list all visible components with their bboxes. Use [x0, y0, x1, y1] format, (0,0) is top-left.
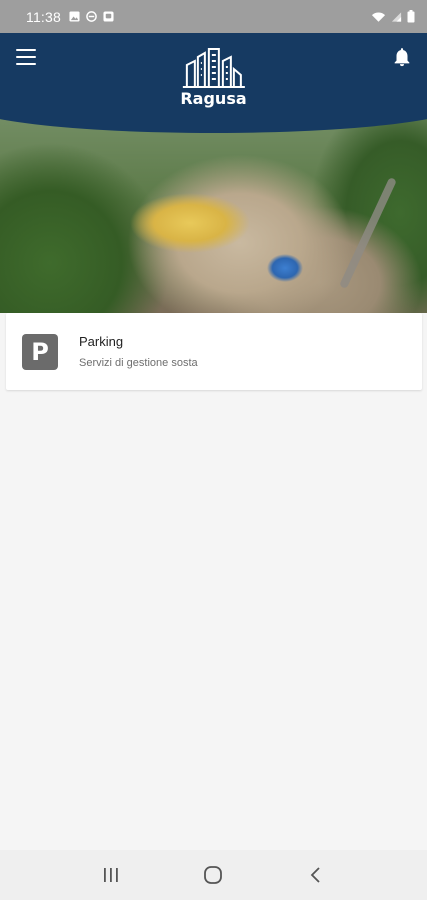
app-logo: Ragusa: [180, 47, 247, 108]
image-icon: [69, 11, 80, 22]
hamburger-menu-icon[interactable]: [14, 47, 38, 67]
status-notification-icons: [69, 11, 114, 22]
status-system-icons: [371, 10, 415, 23]
status-bar: 11:38: [0, 0, 427, 33]
back-button[interactable]: [296, 855, 336, 895]
minus-circle-icon: [86, 11, 97, 22]
home-icon: [204, 866, 223, 884]
city-buildings-icon: [182, 48, 245, 88]
wifi-icon: [371, 11, 386, 22]
recent-apps-icon: [104, 868, 118, 882]
parking-icon: P: [22, 333, 58, 370]
home-button[interactable]: [193, 855, 233, 895]
status-time: 11:38: [26, 8, 61, 25]
service-card-text: Parking Servizi di gestione sosta: [79, 334, 198, 369]
system-nav-bar: [0, 850, 427, 900]
service-card-parking[interactable]: P Parking Servizi di gestione sosta: [6, 313, 422, 390]
hero-banner: Ragusa: [0, 33, 427, 313]
back-icon: [310, 867, 320, 883]
signal-icon: [391, 11, 402, 22]
app-notification-icon: [103, 11, 114, 22]
battery-icon: [407, 10, 415, 23]
recent-apps-button[interactable]: [91, 855, 131, 895]
service-title: Parking: [79, 334, 124, 349]
bell-icon[interactable]: [391, 45, 413, 69]
app-name: Ragusa: [180, 89, 247, 108]
service-subtitle: Servizi di gestione sosta: [79, 357, 198, 369]
